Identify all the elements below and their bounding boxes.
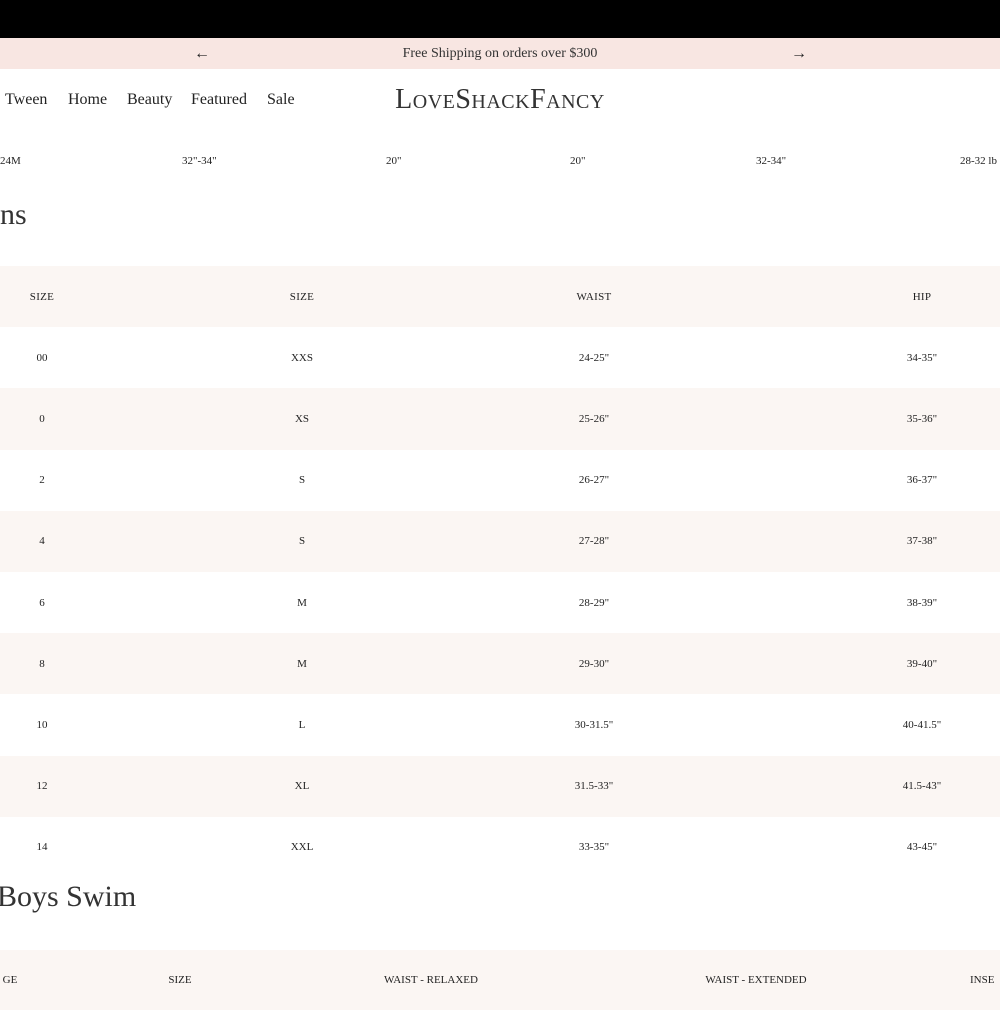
column-header: INSE [970, 974, 995, 986]
arrow-left-icon[interactable]: ← [188, 38, 216, 69]
table-row: 00 XXS 24-25" 34-35" [0, 327, 1000, 388]
brand-logo[interactable]: LoveShackFancy [380, 84, 620, 116]
prev-cell: 24M [0, 155, 21, 167]
table-cell: 12 [36, 780, 48, 793]
table-cell: 26-27" [578, 474, 610, 487]
column-header: WAIST [576, 290, 612, 303]
table-cell: 34-35" [906, 351, 938, 364]
prev-cell: 32-34" [756, 155, 787, 167]
table-row: 2 S 26-27" 36-37" [0, 450, 1000, 511]
table-cell: 6 [39, 596, 45, 609]
table-cell: 24-25" [578, 351, 610, 364]
announcement-text: Free Shipping on orders over $300 [402, 45, 598, 61]
column-header: SIZE [29, 290, 55, 303]
table-cell: 33-35" [578, 841, 610, 854]
size-chart-table: SIZE SIZE WAIST HIP 00 XXS 24-25" 34-35"… [0, 266, 1000, 878]
table-cell: 4 [39, 535, 45, 548]
table-cell: 29-30" [578, 657, 610, 670]
column-header: WAIST - EXTENDED [705, 974, 807, 986]
table-row: 14 XXL 33-35" 43-45" [0, 817, 1000, 878]
table-row: 0 XS 25-26" 35-36" [0, 388, 1000, 450]
table-cell: 8 [39, 657, 45, 670]
nav-item-beauty[interactable]: Beauty [127, 91, 172, 109]
boys-swim-table-header: GE SIZE WAIST - RELAXED WAIST - EXTENDED… [0, 950, 1000, 1010]
announcement-bar: ← Free Shipping on orders over $300 → [0, 38, 1000, 69]
column-header: SIZE [289, 290, 315, 303]
nav-item-tween[interactable]: Tween [5, 91, 47, 109]
arrow-right-icon[interactable]: → [785, 38, 813, 69]
table-cell: 43-45" [906, 841, 938, 854]
prev-cell: 20" [386, 155, 402, 167]
table-cell: 14 [36, 841, 48, 854]
nav-item-sale[interactable]: Sale [267, 91, 295, 109]
table-cell: 28-29" [578, 596, 610, 609]
table-cell: 25-26" [578, 412, 610, 425]
table-cell: 27-28" [578, 535, 610, 548]
table-cell: L [298, 718, 306, 731]
table-cell: XL [294, 780, 310, 793]
table-row: 8 M 29-30" 39-40" [0, 633, 1000, 695]
table-header-row: SIZE SIZE WAIST HIP [0, 266, 1000, 328]
prev-cell: 20" [570, 155, 586, 167]
table-cell: 35-36" [906, 412, 938, 425]
prev-cell: 32"-34" [182, 155, 217, 167]
table-row: 12 XL 31.5-33" 41.5-43" [0, 755, 1000, 817]
table-cell: 10 [36, 718, 48, 731]
column-header: HIP [912, 290, 932, 303]
column-header: GE [2, 974, 18, 986]
table-row: 6 M 28-29" 38-39" [0, 572, 1000, 633]
column-header: SIZE [168, 974, 192, 986]
table-row: 10 L 30-31.5" 40-41.5" [0, 694, 1000, 755]
table-cell: 00 [36, 351, 48, 364]
table-cell: XS [294, 412, 310, 425]
table-cell: 36-37" [906, 474, 938, 487]
nav-item-home[interactable]: Home [68, 91, 107, 109]
table-cell: 40-41.5" [902, 718, 942, 731]
table-cell: 38-39" [906, 596, 938, 609]
table-row: 4 S 27-28" 37-38" [0, 510, 1000, 572]
table-cell: 39-40" [906, 657, 938, 670]
section-title: ns [0, 198, 27, 231]
table-cell: S [298, 535, 306, 548]
browser-top-bar [0, 0, 1000, 38]
table-cell: 0 [39, 412, 45, 425]
table-cell: 30-31.5" [574, 718, 614, 731]
table-cell: 37-38" [906, 535, 938, 548]
nav-item-featured[interactable]: Featured [191, 91, 247, 109]
column-header: WAIST - RELAXED [384, 974, 478, 986]
section-title-boys-swim: Boys Swim [0, 880, 137, 913]
prev-cell: 28-32 lb [960, 155, 997, 167]
table-cell: 41.5-43" [902, 780, 942, 793]
table-cell: M [297, 657, 307, 670]
table-cell: 31.5-33" [574, 780, 614, 793]
previous-table-row: 24M 32"-34" 20" 20" 32-34" 28-32 lb [0, 155, 1000, 171]
table-cell: M [297, 596, 307, 609]
table-cell: XXS [290, 351, 313, 364]
table-cell: 2 [39, 474, 45, 487]
table-cell: XXL [290, 841, 314, 854]
table-cell: S [298, 474, 306, 487]
